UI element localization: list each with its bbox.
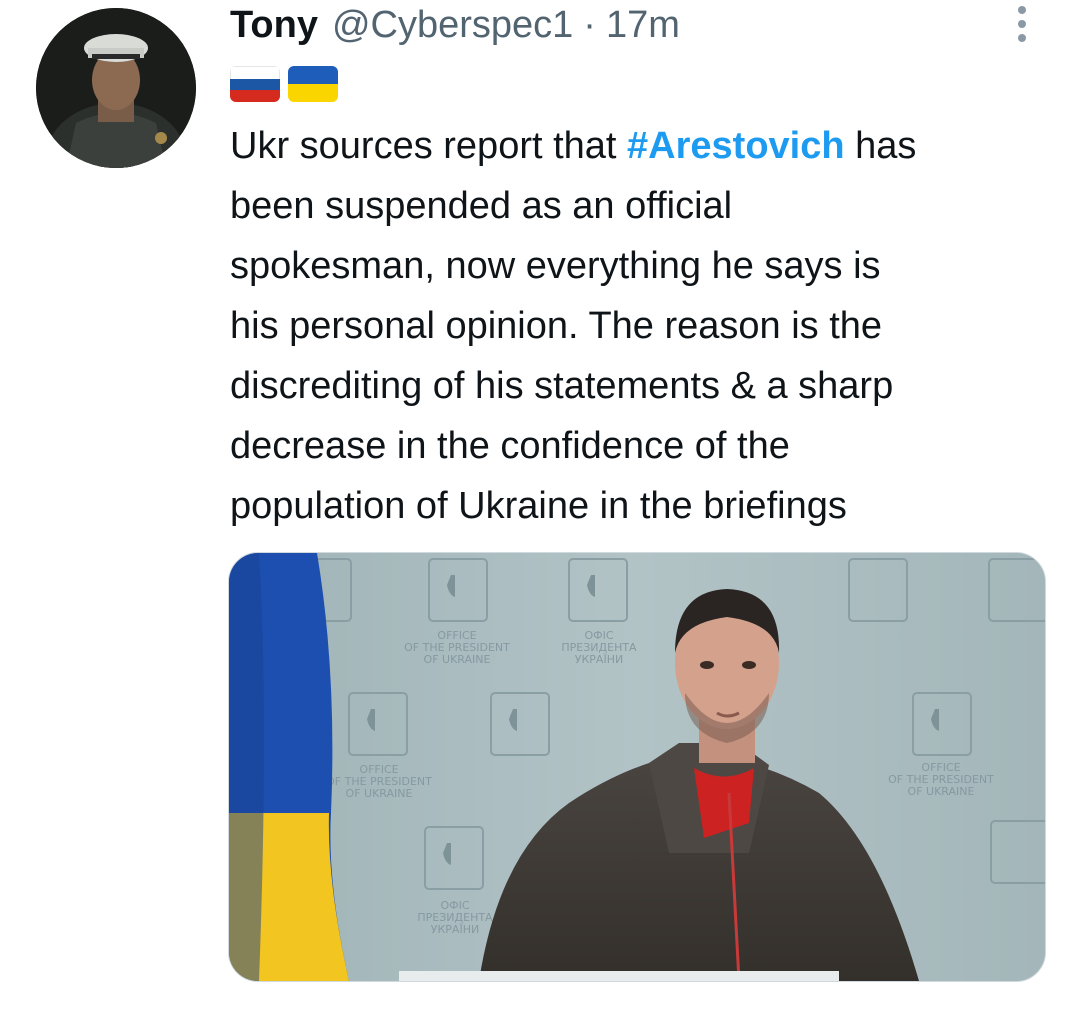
backdrop-text-en-6: OF UKRAINE	[346, 787, 413, 800]
flag-emojis	[230, 66, 338, 102]
tweet-media-image[interactable]: OFFICE OF THE PRESIDENT OF UKRAINE ОФІС …	[228, 552, 1046, 982]
hashtag-link[interactable]: #Arestovich	[627, 125, 845, 167]
user-handle[interactable]: @Cyberspec1	[332, 0, 573, 50]
tweet-text-rest: has been suspended as an official spokes…	[230, 125, 917, 527]
separator-dot: ·	[583, 4, 596, 46]
timestamp[interactable]: 17m	[606, 0, 680, 50]
backdrop-text-en-3: OF UKRAINE	[424, 653, 491, 666]
display-name[interactable]: Tony	[230, 0, 318, 50]
backdrop-text-ua-6: УКРАЇНИ	[431, 923, 479, 936]
russia-flag-icon	[230, 66, 280, 102]
ukraine-flag-icon	[288, 66, 338, 102]
more-options-icon[interactable]	[1008, 2, 1036, 46]
tweet-text-start: Ukr sources report that	[230, 125, 628, 167]
backdrop-text-ua-3: УКРАЇНИ	[575, 653, 623, 666]
backdrop-text-en-9: OF UKRAINE	[908, 785, 975, 798]
tweet-header: Tony @Cyberspec1 · 17m	[230, 0, 680, 50]
avatar[interactable]	[36, 8, 196, 168]
tweet-text: Ukr sources report that #Arestovich has …	[230, 116, 1060, 536]
